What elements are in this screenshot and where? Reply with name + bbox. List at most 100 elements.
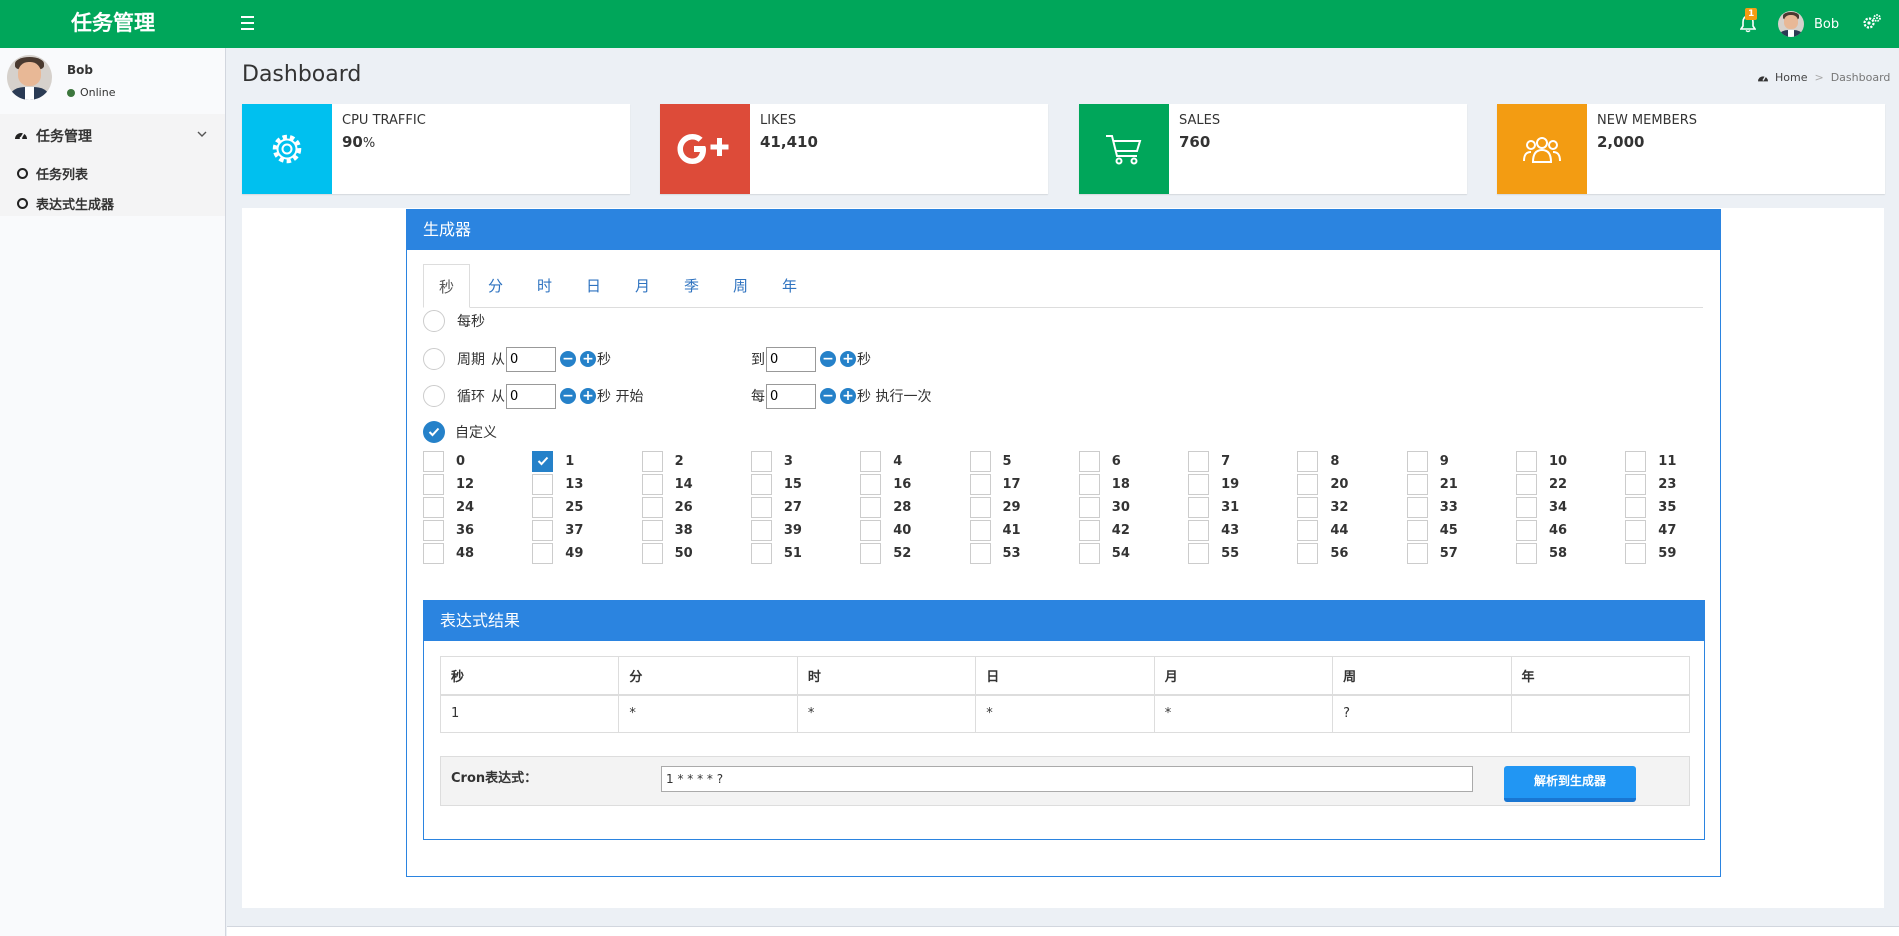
second-checkbox[interactable]: 8 <box>1297 450 1339 472</box>
second-checkbox[interactable]: 37 <box>532 519 583 541</box>
second-checkbox[interactable]: 26 <box>641 496 693 518</box>
user-menu[interactable]: Bob <box>1778 10 1839 38</box>
plus-icon[interactable]: + <box>840 388 856 404</box>
second-checkbox[interactable]: 5 <box>969 450 1012 472</box>
period-to-input[interactable] <box>766 346 816 372</box>
second-checkbox[interactable]: 9 <box>1406 450 1449 472</box>
second-checkbox[interactable]: 57 <box>1406 542 1458 564</box>
second-checkbox[interactable]: 7 <box>1188 450 1230 472</box>
second-checkbox[interactable]: 41 <box>969 519 1021 541</box>
second-checkbox[interactable]: 54 <box>1078 542 1130 564</box>
second-checkbox[interactable]: 19 <box>1188 473 1239 495</box>
sidebar-toggle-button[interactable] <box>238 12 258 34</box>
second-checkbox[interactable]: 29 <box>969 496 1021 518</box>
second-checkbox[interactable]: 35 <box>1625 496 1676 518</box>
second-checkbox[interactable]: 30 <box>1078 496 1130 518</box>
minus-icon[interactable]: − <box>820 351 836 367</box>
period-from-input[interactable] <box>506 346 556 372</box>
loop-every-input[interactable] <box>766 383 816 409</box>
table-row: 1 * * * * ? <box>439 694 1691 733</box>
tab-hour[interactable]: 时 <box>521 264 568 308</box>
second-checkbox[interactable]: 22 <box>1516 473 1567 495</box>
second-checkbox[interactable]: 10 <box>1516 450 1567 472</box>
checkbox-box <box>860 519 882 541</box>
tab-month[interactable]: 月 <box>619 264 666 308</box>
plus-icon[interactable]: + <box>580 351 596 367</box>
loop-from-input[interactable] <box>506 383 556 409</box>
second-checkbox[interactable]: 38 <box>641 519 693 541</box>
second-checkbox[interactable]: 53 <box>969 542 1021 564</box>
second-checkbox[interactable]: 49 <box>532 542 583 564</box>
second-checkbox[interactable]: 23 <box>1625 473 1676 495</box>
app-logo[interactable]: 任务管理 <box>0 0 226 48</box>
sidebar-menu-task-management[interactable]: 任务管理 <box>0 114 225 158</box>
second-checkbox[interactable]: 20 <box>1297 473 1348 495</box>
plus-icon[interactable]: + <box>840 351 856 367</box>
second-checkbox[interactable]: 52 <box>860 542 911 564</box>
checkbox-box <box>969 542 991 564</box>
second-checkbox[interactable]: 31 <box>1188 496 1239 518</box>
second-checkbox[interactable]: 16 <box>860 473 911 495</box>
second-checkbox[interactable]: 28 <box>860 496 911 518</box>
second-checkbox[interactable]: 25 <box>532 496 583 518</box>
second-checkbox[interactable]: 2 <box>641 450 684 472</box>
radio-every-second[interactable] <box>423 310 445 332</box>
second-checkbox[interactable]: 48 <box>423 542 474 564</box>
second-checkbox[interactable]: 43 <box>1188 519 1239 541</box>
second-checkbox[interactable]: 15 <box>750 473 802 495</box>
second-checkbox[interactable]: 12 <box>423 473 474 495</box>
second-checkbox[interactable]: 4 <box>860 450 902 472</box>
second-checkbox[interactable]: 13 <box>532 473 583 495</box>
second-checkbox[interactable]: 11 <box>1625 450 1676 472</box>
second-checkbox[interactable]: 3 <box>750 450 793 472</box>
second-checkbox[interactable]: 33 <box>1406 496 1458 518</box>
second-checkbox[interactable]: 39 <box>750 519 802 541</box>
second-checkbox[interactable]: 44 <box>1297 519 1348 541</box>
second-checkbox[interactable]: 32 <box>1297 496 1348 518</box>
radio-period[interactable] <box>423 348 445 370</box>
radio-loop[interactable] <box>423 385 445 407</box>
sidebar-item-task-list[interactable]: 任务列表 <box>0 158 225 188</box>
second-checkbox[interactable]: 47 <box>1625 519 1676 541</box>
second-checkbox[interactable]: 46 <box>1516 519 1567 541</box>
second-checkbox[interactable]: 17 <box>969 473 1021 495</box>
minus-icon[interactable]: − <box>560 388 576 404</box>
cron-expression-input[interactable]: 1 * * * * ? <box>661 766 1473 792</box>
sidebar-item-expression-generator[interactable]: 表达式生成器 <box>0 188 225 218</box>
second-checkbox[interactable]: 50 <box>641 542 693 564</box>
second-checkbox[interactable]: 1 <box>532 450 574 472</box>
second-checkbox[interactable]: 56 <box>1297 542 1348 564</box>
second-checkbox[interactable]: 51 <box>750 542 802 564</box>
second-checkbox[interactable]: 27 <box>750 496 802 518</box>
second-checkbox[interactable]: 34 <box>1516 496 1567 518</box>
second-checkbox[interactable]: 59 <box>1625 542 1676 564</box>
tab-quarter[interactable]: 季 <box>668 264 715 308</box>
radio-custom[interactable] <box>423 421 445 443</box>
tab-day[interactable]: 日 <box>570 264 617 308</box>
minus-icon[interactable]: − <box>820 388 836 404</box>
second-checkbox[interactable]: 58 <box>1516 542 1567 564</box>
info-box-icon <box>660 104 750 194</box>
second-checkbox[interactable]: 55 <box>1188 542 1239 564</box>
second-checkbox[interactable]: 21 <box>1406 473 1458 495</box>
parse-to-generator-button[interactable]: 解析到生成器 <box>1504 766 1636 802</box>
second-checkbox[interactable]: 0 <box>423 450 465 472</box>
breadcrumb-home-link[interactable]: Home <box>1775 71 1807 84</box>
second-checkbox[interactable]: 6 <box>1078 450 1121 472</box>
second-checkbox[interactable]: 24 <box>423 496 474 518</box>
second-checkbox[interactable]: 40 <box>860 519 911 541</box>
second-checkbox[interactable]: 36 <box>423 519 474 541</box>
second-checkbox[interactable]: 45 <box>1406 519 1458 541</box>
checkbox-label: 3 <box>783 453 793 469</box>
minus-icon[interactable]: − <box>560 351 576 367</box>
settings-button[interactable] <box>1862 13 1882 35</box>
info-box-sales: SALES 760 <box>1079 104 1467 194</box>
tab-minute[interactable]: 分 <box>472 264 519 308</box>
second-checkbox[interactable]: 42 <box>1078 519 1130 541</box>
plus-icon[interactable]: + <box>580 388 596 404</box>
tab-second[interactable]: 秒 <box>423 264 470 308</box>
second-checkbox[interactable]: 14 <box>641 473 693 495</box>
tab-year[interactable]: 年 <box>766 264 813 308</box>
second-checkbox[interactable]: 18 <box>1078 473 1130 495</box>
tab-week[interactable]: 周 <box>717 264 764 308</box>
